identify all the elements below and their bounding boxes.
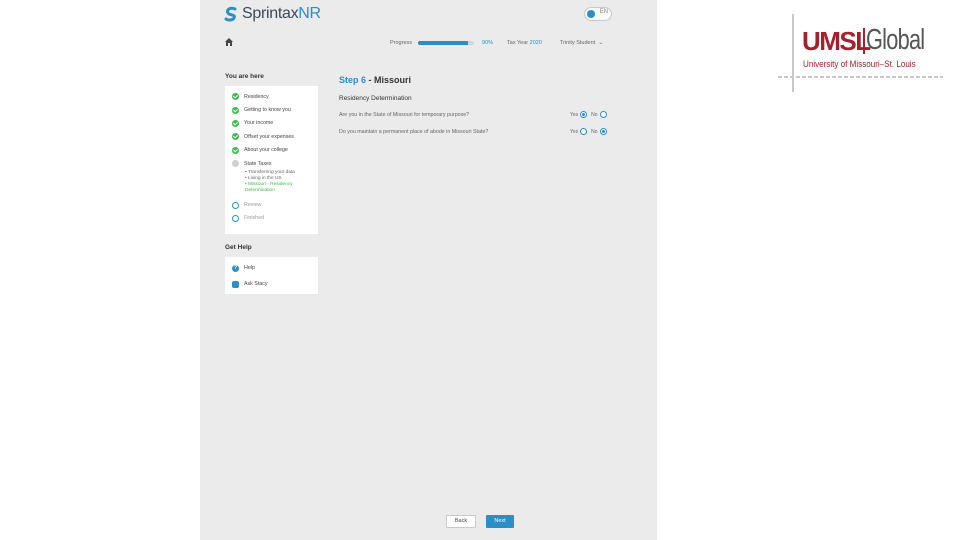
progress-label: Progress	[390, 39, 413, 46]
sidebar-step[interactable]: Offset your expenses	[225, 130, 318, 143]
chat-icon	[232, 280, 239, 288]
help-item-label: Help	[244, 265, 255, 271]
question-icon: ?	[232, 264, 239, 272]
steps-panel: Residency Getting to know you Your income O…	[225, 86, 318, 234]
sidebar-step[interactable]: Your income	[225, 117, 318, 130]
you-are-here-title: You are here	[225, 73, 264, 80]
tax-year: Tax Year 2020	[507, 40, 542, 46]
home-icon[interactable]	[225, 38, 233, 46]
logo-horizontal-rule	[778, 76, 943, 78]
get-help-title: Get Help	[225, 244, 252, 251]
progress-fill	[418, 40, 469, 45]
sidebar-step[interactable]: State Taxes	[225, 157, 318, 170]
help-panel: ? Help Ask Stacy	[225, 257, 318, 294]
help-item[interactable]: ? Help	[225, 260, 318, 276]
stopwatch-icon	[232, 201, 239, 209]
no-radio[interactable]	[599, 128, 607, 135]
sidebar-step-label: Finished	[244, 215, 265, 222]
substep-label: Missouri - Residency Determination	[245, 182, 293, 194]
step-state: - Missouri	[366, 75, 412, 85]
logo-prefix: Sprintax	[242, 5, 299, 22]
sidebar-step-label: State Taxes	[244, 160, 272, 167]
check-circle-icon	[232, 106, 239, 114]
yes-radio[interactable]	[580, 111, 588, 118]
help-item-label: Ask Stacy	[244, 281, 268, 287]
progress-bar	[418, 40, 475, 45]
progress-area: Progress 90% Tax Year 2020 Trinity Stude…	[390, 39, 604, 47]
sidebar-substep[interactable]: • Missouri - Residency Determination	[225, 182, 318, 194]
sidebar-step-label: Review	[244, 202, 262, 209]
progress-percent: 90%	[482, 39, 494, 46]
yes-label: Yes	[570, 111, 579, 118]
global-wordmark: Global	[866, 24, 925, 56]
yes-no-options: Yes No	[570, 111, 611, 118]
help-item[interactable]: Ask Stacy	[225, 276, 318, 292]
sidebar-step-label: Residency	[244, 93, 269, 100]
stopwatch-icon	[232, 214, 239, 222]
logo-vertical-rule	[792, 14, 794, 92]
yes-label: Yes	[570, 128, 579, 135]
sidebar-step[interactable]: Getting to know you	[225, 103, 318, 116]
no-radio[interactable]	[599, 111, 607, 118]
toggle-label: EN	[599, 9, 608, 15]
umsl-global-logo: UMSL Global University of Missouri–St. L…	[778, 12, 947, 92]
user-name: Trinity Student	[559, 39, 596, 46]
sidebar-step-label: Getting to know you	[244, 107, 291, 114]
yes-no-options: Yes No	[570, 128, 611, 135]
question-text: Are you in the State of Missouri for tem…	[339, 112, 470, 118]
sidebar-step[interactable]: Review	[225, 198, 318, 211]
yes-radio[interactable]	[580, 128, 588, 135]
check-circle-icon	[232, 119, 239, 127]
sprintax-logo-icon	[224, 6, 237, 22]
check-circle-icon	[232, 93, 239, 101]
language-toggle[interactable]: EN	[584, 7, 612, 21]
user-menu[interactable]: Trinity Student ⌄	[559, 39, 604, 47]
check-circle-icon	[232, 146, 239, 154]
university-name: University of Missouri–St. Louis	[803, 59, 916, 70]
steps-list: Residency Getting to know you Your income O…	[225, 86, 318, 225]
umsl-wordmark: UMSL	[802, 26, 871, 56]
next-button[interactable]: Next	[486, 515, 514, 528]
check-circle-icon	[232, 133, 239, 141]
help-list: ? Help Ask Stacy	[225, 257, 318, 292]
tax-year-label: Tax Year	[507, 39, 529, 46]
no-label: No	[591, 111, 598, 118]
sidebar-step[interactable]: About your college	[225, 144, 318, 157]
sidebar-step[interactable]: Finished	[225, 212, 318, 225]
sidebar-step[interactable]: Residency	[225, 90, 318, 103]
substep-label: Living in the US	[248, 176, 282, 182]
sprintax-app: SprintaxNR EN Progress 90% Tax Year 2020…	[200, 0, 657, 540]
sidebar-step-label: Your income	[244, 120, 274, 127]
form-title: Residency Determination	[339, 95, 412, 102]
chevron-down-icon: ⌄	[598, 40, 604, 46]
toggle-knob	[587, 10, 595, 18]
step-title: Step 6 - Missouri	[339, 75, 411, 85]
sprintax-logo[interactable]: SprintaxNR	[224, 4, 321, 24]
question-text: Do you maintain a permanent place of abo…	[339, 129, 489, 135]
logo-suffix: NR	[298, 5, 321, 22]
back-button[interactable]: Back	[446, 515, 476, 528]
step-number: Step 6	[339, 75, 367, 85]
sidebar-step-label: About your college	[244, 147, 288, 154]
substep-label: Transferring your data	[247, 170, 295, 176]
logo-divider	[863, 28, 865, 54]
tax-year-value: 2020	[529, 39, 542, 46]
pending-circle-icon	[232, 160, 239, 168]
no-label: No	[591, 128, 598, 135]
sidebar-step-label: Offset your expenses	[244, 133, 294, 140]
